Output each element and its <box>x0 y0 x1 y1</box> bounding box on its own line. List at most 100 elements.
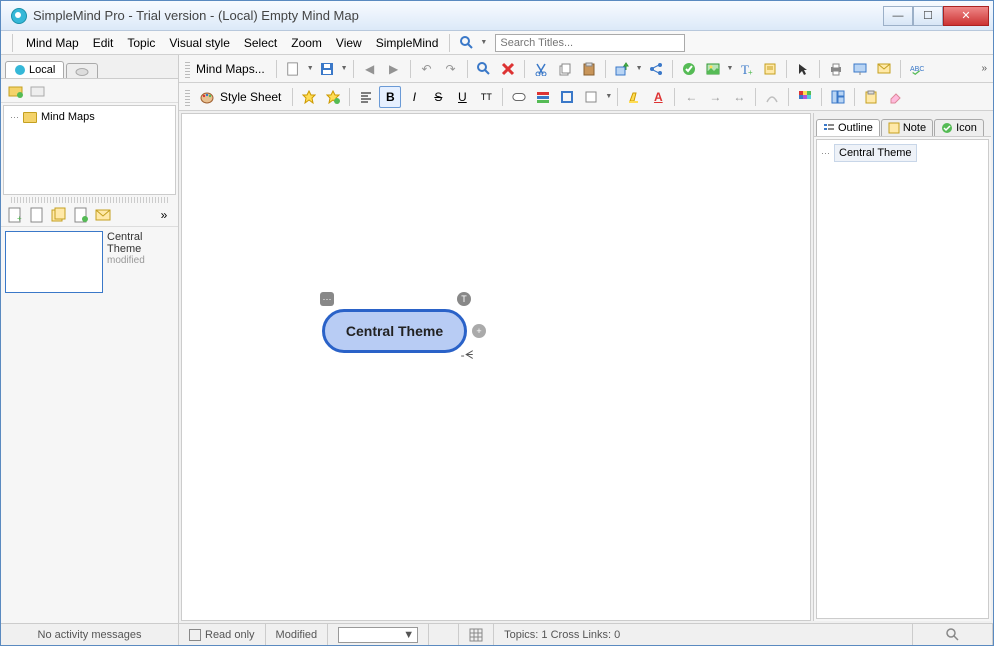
status-zoom[interactable] <box>913 624 993 645</box>
node-add-handle[interactable]: + <box>472 324 486 338</box>
mail-map-button[interactable] <box>93 205 113 225</box>
print-button[interactable] <box>825 58 847 80</box>
check-button[interactable] <box>678 58 700 80</box>
arrow-right-button[interactable]: → <box>704 86 726 108</box>
fill-button[interactable] <box>580 86 602 108</box>
mindmaps-button[interactable]: Mind Maps... <box>196 62 265 76</box>
italic-button[interactable]: I <box>403 86 425 108</box>
close-button[interactable]: ✕ <box>943 6 989 26</box>
menu-edit[interactable]: Edit <box>87 34 120 52</box>
color-bars-button[interactable] <box>532 86 554 108</box>
border-button[interactable] <box>556 86 578 108</box>
folder-tree[interactable]: ⋯ Mind Maps <box>3 105 176 195</box>
folder-icon <box>23 112 37 123</box>
refresh-map-button[interactable] <box>71 205 91 225</box>
star-add-button[interactable] <box>322 86 344 108</box>
node-text-handle[interactable]: T <box>457 292 471 306</box>
expand-thumb-button[interactable]: » <box>154 205 174 225</box>
align-button[interactable] <box>355 86 377 108</box>
star-button[interactable] <box>298 86 320 108</box>
nav-back-button[interactable]: ◀ <box>359 58 381 80</box>
menu-simplemind[interactable]: SimpleMind <box>370 34 445 52</box>
status-combo[interactable]: ▼ <box>328 624 429 645</box>
text-button[interactable]: T+ <box>735 58 757 80</box>
node-link-handle[interactable]: -ᗕ <box>460 348 474 362</box>
new-map2-button[interactable] <box>27 205 47 225</box>
menu-view[interactable]: View <box>330 34 368 52</box>
share-button[interactable] <box>645 58 667 80</box>
app-icon <box>11 8 27 24</box>
spellcheck-button[interactable]: ABC <box>906 58 928 80</box>
node-menu-handle[interactable]: ⋯ <box>320 292 334 306</box>
toolbar-overflow-button[interactable]: » <box>981 63 987 74</box>
maximize-button[interactable]: ☐ <box>913 6 943 26</box>
cut-button[interactable] <box>530 58 552 80</box>
titlebar: SimpleMind Pro - Trial version - (Local)… <box>1 1 993 31</box>
arrow-left-button[interactable]: ← <box>680 86 702 108</box>
status-readonly[interactable]: Read only <box>179 624 266 645</box>
delete-button[interactable] <box>497 58 519 80</box>
strike-button[interactable]: S <box>427 86 449 108</box>
tab-outline[interactable]: Outline <box>816 119 880 136</box>
eraser-button[interactable] <box>884 86 906 108</box>
arrow-both-button[interactable]: ↔ <box>728 86 750 108</box>
new-map-button[interactable]: + <box>5 205 25 225</box>
pointer-button[interactable] <box>792 58 814 80</box>
menu-mindmap[interactable]: Mind Map <box>20 34 85 52</box>
tab-icon[interactable]: Icon <box>934 119 984 136</box>
undo-button[interactable]: ↶ <box>416 58 438 80</box>
cloud-icon <box>75 66 89 76</box>
nav-fwd-button[interactable]: ▶ <box>383 58 405 80</box>
new-button[interactable] <box>282 58 304 80</box>
fontcolor-button[interactable]: A <box>647 86 669 108</box>
tab-note[interactable]: Note <box>881 119 933 136</box>
tab-local[interactable]: Local <box>5 61 64 78</box>
palette-button[interactable] <box>196 86 218 108</box>
menu-zoom[interactable]: Zoom <box>285 34 328 52</box>
clipboard-button[interactable] <box>860 86 882 108</box>
image-button[interactable] <box>702 58 724 80</box>
menu-select[interactable]: Select <box>238 34 283 52</box>
copy-map-button[interactable] <box>49 205 69 225</box>
readonly-checkbox[interactable] <box>189 629 201 641</box>
export-button[interactable] <box>611 58 633 80</box>
colors-button[interactable] <box>794 86 816 108</box>
underline-button[interactable]: U <box>451 86 473 108</box>
outline-tree[interactable]: ⋯ Central Theme <box>816 139 989 619</box>
search-dropdown-icon[interactable]: ▼ <box>480 39 487 46</box>
note-button[interactable] <box>759 58 781 80</box>
stylesheet-button[interactable]: Style Sheet <box>220 90 281 104</box>
new-folder-button[interactable] <box>7 82 25 100</box>
layout-button[interactable] <box>827 86 849 108</box>
present-button[interactable] <box>849 58 871 80</box>
menu-visualstyle[interactable]: Visual style <box>163 34 235 52</box>
minimize-button[interactable]: — <box>883 6 913 26</box>
font-button[interactable]: TT <box>475 86 497 108</box>
right-panel: Outline Note Icon ⋯ <box>813 113 991 621</box>
mail-button[interactable] <box>873 58 895 80</box>
zoom-button[interactable] <box>473 58 495 80</box>
central-node[interactable]: Central Theme <box>322 309 467 353</box>
paste-button[interactable] <box>578 58 600 80</box>
search-input[interactable] <box>495 34 685 52</box>
thumbnail-area: Central Theme modified <box>1 227 178 623</box>
menu-topic[interactable]: Topic <box>121 34 161 52</box>
svg-text:+: + <box>748 68 753 76</box>
copy-button[interactable] <box>554 58 576 80</box>
outline-item[interactable]: Central Theme <box>834 144 917 162</box>
thumb-modified: modified <box>107 255 145 266</box>
shape-button[interactable] <box>508 86 530 108</box>
save-button[interactable] <box>316 58 338 80</box>
local-icon <box>14 64 26 76</box>
highlight-button[interactable] <box>623 86 645 108</box>
redo-button[interactable]: ↷ <box>440 58 462 80</box>
tab-cloud[interactable] <box>66 63 98 78</box>
tree-root-item[interactable]: ⋯ Mind Maps <box>8 110 171 124</box>
folder-button[interactable] <box>29 82 47 100</box>
map-thumbnail[interactable] <box>5 231 103 293</box>
status-grid[interactable] <box>459 624 494 645</box>
search-icon[interactable] <box>459 35 475 51</box>
relation-button[interactable] <box>761 86 783 108</box>
canvas[interactable]: Central Theme ⋯ T + -ᗕ <box>181 113 811 621</box>
bold-button[interactable]: B <box>379 86 401 108</box>
